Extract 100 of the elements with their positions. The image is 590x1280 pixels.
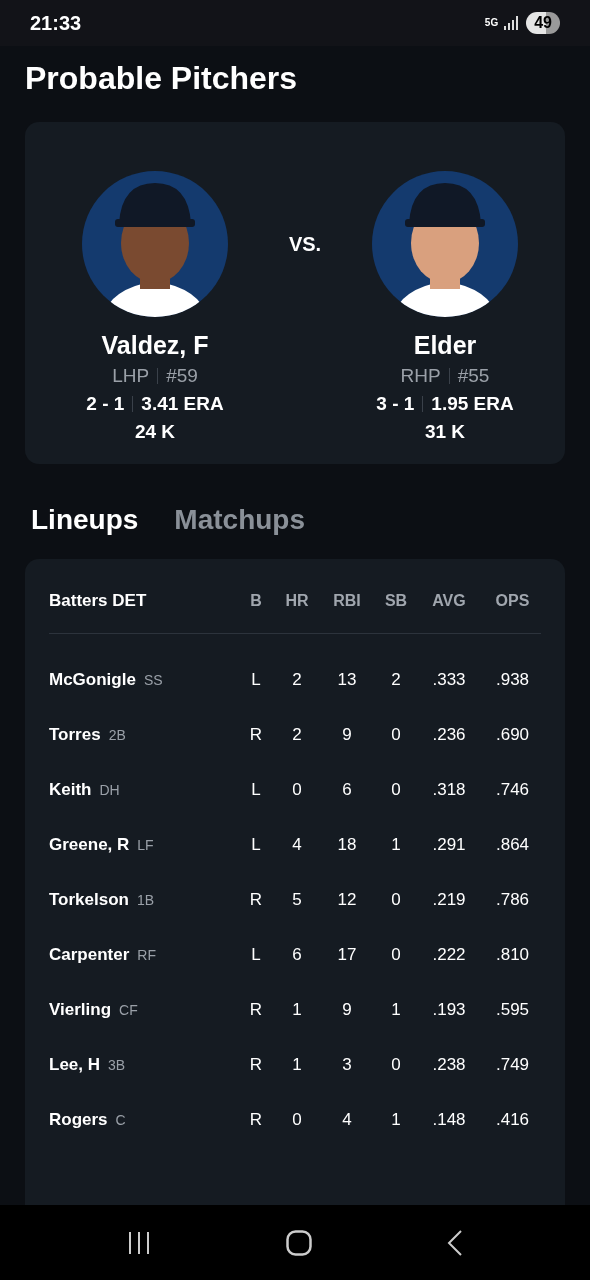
table-cell-text: 13 [336, 668, 358, 691]
table-cell-text: .810 [494, 943, 531, 966]
table-title: Batters DET [49, 590, 148, 613]
table-cell-text: L [250, 668, 262, 691]
player-name: Greene, R [49, 833, 130, 856]
player-position: RF [137, 945, 156, 965]
table-cell-text: 4 [341, 1108, 353, 1131]
table-cell-text: R [248, 1053, 264, 1076]
table-cell-text: 1 [390, 998, 402, 1021]
table-cell-text: 6 [291, 943, 303, 966]
player-name: Vierling [49, 998, 112, 1021]
column-header: SB [383, 591, 409, 611]
table-cell-text: 3 [341, 1053, 353, 1076]
strikeouts-stat: 31 K [424, 420, 466, 444]
table-cell-text: .864 [494, 833, 531, 856]
table-cell-text: 0 [390, 888, 402, 911]
table-cell-text: 2 [291, 723, 303, 746]
table-cell-text: 0 [390, 1053, 402, 1076]
jersey-number: #59 [166, 364, 198, 388]
player-name: Carpenter [49, 943, 130, 966]
table-cell-text: .193 [431, 998, 467, 1021]
pitcher-name: Elder [413, 330, 477, 361]
table-cell-text: .746 [494, 778, 531, 801]
column-header: HR [284, 591, 310, 611]
table-cell-text: .236 [431, 723, 467, 746]
era-stat: 3.41 ERA [141, 392, 224, 416]
era-stat: 1.95 ERA [431, 392, 514, 416]
recent-apps-icon[interactable] [127, 1230, 152, 1255]
page-title: Probable Pitchers [24, 59, 299, 98]
table-cell-text: .749 [494, 1053, 531, 1076]
table-cell-text: 4 [291, 833, 303, 856]
column-header: RBI [332, 591, 362, 611]
table-cell-text: 0 [390, 723, 402, 746]
player-position: LF [137, 835, 154, 855]
player-name: Torkelson [49, 888, 129, 911]
table-cell-text: 0 [291, 778, 303, 801]
table-cell-text: 0 [390, 943, 402, 966]
tab[interactable]: Matchups [174, 499, 306, 541]
network-label: 5G [484, 18, 499, 28]
battery-indicator: 49 [526, 12, 560, 34]
player-name: Lee, H [49, 1053, 101, 1076]
table-cell-text: .595 [494, 998, 531, 1021]
table-cell-text: L [250, 943, 262, 966]
throwing-hand: LHP [112, 364, 150, 388]
player-name: Rogers [49, 1108, 108, 1131]
table-cell-text: .416 [494, 1108, 531, 1131]
table-cell-text: .333 [431, 668, 467, 691]
column-header: OPS [494, 591, 531, 611]
player-position: DH [99, 780, 120, 800]
table-cell-text: L [250, 778, 262, 801]
win-loss-record: 3 - 1 [376, 392, 415, 416]
table-cell-text: 1 [390, 1108, 402, 1131]
table-cell-text: R [248, 888, 264, 911]
strikeouts-stat: 24 K [134, 420, 176, 444]
table-cell-text: 9 [341, 723, 353, 746]
player-position: 3B [108, 1055, 126, 1075]
table-cell-text: 18 [336, 833, 358, 856]
table-cell-text: R [248, 723, 264, 746]
table-cell-text: .786 [494, 888, 531, 911]
table-cell-text: .291 [431, 833, 467, 856]
win-loss-record: 2 - 1 [86, 392, 125, 416]
signal-icon [504, 16, 521, 30]
table-cell-text: 6 [341, 778, 353, 801]
table-cell-text: 12 [336, 888, 358, 911]
table-cell-text: .690 [494, 723, 531, 746]
table-cell-text: 5 [291, 888, 303, 911]
table-cell-text: 0 [291, 1108, 303, 1131]
table-cell-text: .318 [431, 778, 467, 801]
home-icon[interactable] [286, 1229, 312, 1256]
table-cell-text: .938 [494, 668, 531, 691]
back-icon[interactable] [446, 1229, 463, 1256]
player-position: 2B [108, 725, 126, 745]
jersey-number: #55 [457, 364, 490, 388]
tab[interactable]: Lineups [31, 499, 139, 541]
table-cell-text: .222 [431, 943, 467, 966]
table-cell-text: 1 [291, 1053, 303, 1076]
player-name: Torres [49, 723, 101, 746]
versus-label: VS. [287, 232, 323, 257]
table-cell-text: 1 [390, 833, 402, 856]
table-cell-text: .238 [431, 1053, 467, 1076]
player-name: McGonigle [49, 668, 136, 691]
column-header: AVG [431, 591, 467, 611]
table-cell-text: .148 [431, 1108, 467, 1131]
table-cell-text: 2 [390, 668, 402, 691]
table-cell-text: R [248, 1108, 264, 1131]
pitcher-name: Valdez, F [101, 330, 209, 361]
column-header: B [249, 591, 263, 611]
player-position: SS [143, 670, 163, 690]
table-cell-text: 9 [341, 998, 353, 1021]
table-cell-text: 1 [291, 998, 303, 1021]
throwing-hand: RHP [400, 364, 441, 388]
player-name: Keith [49, 778, 92, 801]
player-position: CF [119, 1000, 138, 1020]
table-cell-text: 17 [336, 943, 358, 966]
table-cell-text: L [250, 833, 262, 856]
player-position: C [115, 1110, 126, 1130]
player-position: 1B [137, 890, 155, 910]
table-cell-text: 0 [390, 778, 402, 801]
status-time: 21:33 [30, 11, 82, 36]
table-cell-text: R [248, 998, 264, 1021]
